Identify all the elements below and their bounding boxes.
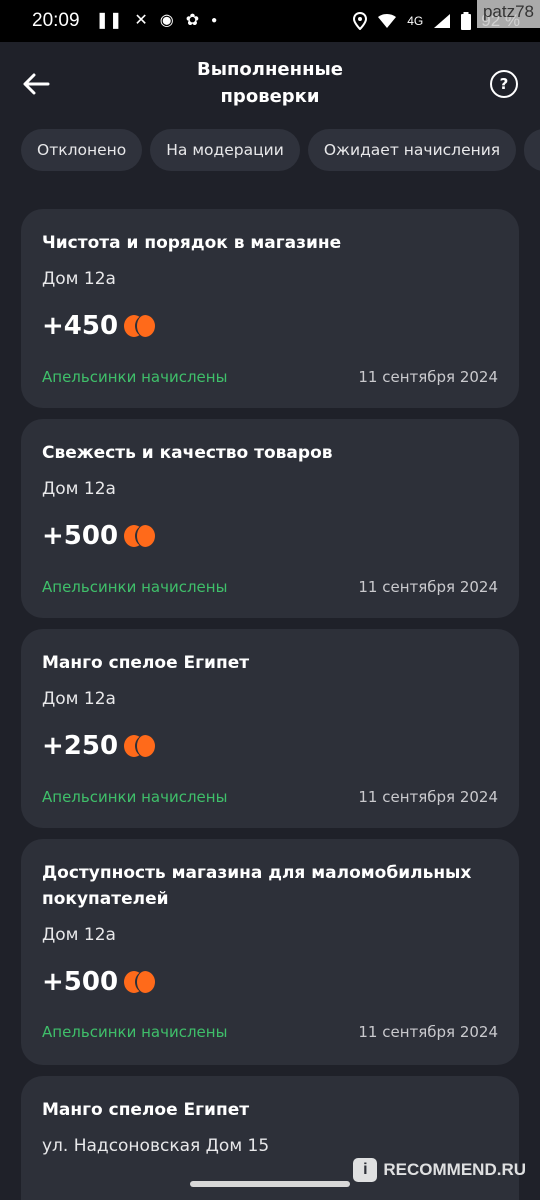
page-title: Выполненные проверки	[140, 56, 400, 110]
status-time: 20:09	[32, 10, 80, 31]
question-circle-icon: ?	[499, 75, 509, 93]
points-value: +500	[42, 521, 119, 551]
card-status: Апельсинки начислены	[42, 368, 228, 386]
check-card[interactable]: Свежесть и качество товаров Дом 12а +500…	[21, 419, 519, 618]
card-title: Доступность магазина для маломобильных п…	[42, 863, 472, 909]
wifi-icon	[378, 14, 397, 28]
card-points: +500	[42, 967, 156, 997]
signal-icon	[434, 14, 451, 28]
status-bar: 20:09 ❚❚ ✕ ◉ ✿ ● 4G 92 %	[0, 0, 540, 42]
filter-chip-awaiting[interactable]: Ожидает начисления	[307, 129, 517, 171]
location-icon	[353, 12, 368, 30]
card-status: Апельсинки начислены	[42, 788, 228, 806]
accessibility-icon: ◉	[159, 12, 174, 29]
cutlery-icon: ✕	[134, 12, 148, 29]
watermark-bottom: i RECOMMEND.RU	[353, 1158, 526, 1182]
watermark-text: RECOMMEND.RU	[383, 1160, 526, 1179]
card-address: Дом 12а	[42, 925, 116, 945]
card-title: Манго спелое Египет	[42, 1100, 250, 1120]
card-status: Апельсинки начислены	[42, 578, 228, 596]
back-button[interactable]	[20, 68, 52, 100]
watermark-top: patz78	[476, 0, 540, 28]
card-date: 11 сентября 2024	[358, 788, 498, 806]
network-type: 4G	[407, 14, 424, 28]
page-title-line2: проверки	[220, 86, 320, 107]
filter-chip-moderation[interactable]: На модерации	[150, 129, 300, 171]
card-title: Манго спелое Египет	[42, 653, 250, 673]
orange-coin-icon	[124, 735, 156, 757]
card-status: Апельсинки начислены	[42, 1023, 228, 1041]
bird-icon: ✿	[185, 12, 200, 29]
card-points: +250	[42, 731, 156, 761]
help-button[interactable]: ?	[490, 70, 518, 98]
filter-chips: Отклонено На модерации Ожидает начисления	[21, 129, 540, 171]
card-title: Чистота и порядок в магазине	[42, 233, 342, 253]
points-value: +250	[42, 731, 119, 761]
card-address: Дом 12а	[42, 689, 116, 709]
points-value: +450	[42, 311, 119, 341]
card-points: +500	[42, 521, 156, 551]
header: Выполненные проверки ?	[0, 42, 540, 124]
card-date: 11 сентября 2024	[358, 1023, 498, 1041]
pause-icon: ❚❚	[95, 12, 123, 29]
status-icons-left: ❚❚ ✕ ◉ ✿ ●	[96, 13, 218, 29]
filter-chip-more[interactable]	[524, 129, 540, 171]
card-address: Дом 12а	[42, 269, 116, 289]
card-points: +450	[42, 311, 156, 341]
orange-coin-icon	[124, 971, 156, 993]
orange-coin-icon	[124, 525, 156, 547]
check-card[interactable]: Доступность магазина для маломобильных п…	[21, 839, 519, 1065]
home-indicator[interactable]	[190, 1181, 350, 1187]
arrow-left-icon	[23, 73, 50, 95]
check-card[interactable]: Чистота и порядок в магазине Дом 12а +45…	[21, 209, 519, 408]
battery-icon	[461, 12, 472, 30]
card-address: ул. Надсоновская Дом 15	[42, 1136, 270, 1156]
filter-chip-rejected[interactable]: Отклонено	[21, 129, 143, 171]
orange-coin-icon	[124, 315, 156, 337]
card-title: Свежесть и качество товаров	[42, 443, 333, 463]
page-title-line1: Выполненные	[197, 59, 343, 80]
dot-icon: ●	[211, 15, 218, 26]
points-value: +500	[42, 967, 119, 997]
card-address: Дом 12а	[42, 479, 116, 499]
check-card[interactable]: Манго спелое Египет Дом 12а +250 Апельси…	[21, 629, 519, 828]
card-date: 11 сентября 2024	[358, 368, 498, 386]
recommend-logo-icon: i	[353, 1158, 378, 1182]
card-date: 11 сентября 2024	[358, 578, 498, 596]
